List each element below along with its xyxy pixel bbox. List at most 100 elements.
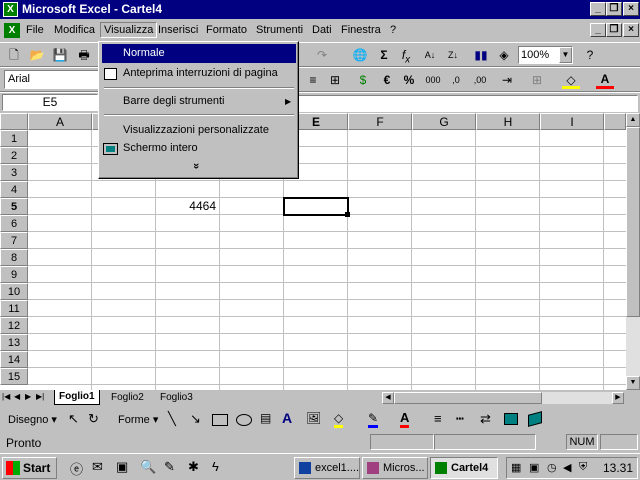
print-icon[interactable]: 🖶: [74, 45, 94, 65]
3d-icon[interactable]: [528, 411, 542, 427]
tab-foglio1[interactable]: Foglio1: [54, 390, 100, 405]
row-header-15[interactable]: 15: [0, 368, 28, 385]
doc-close-icon[interactable]: ×: [623, 23, 639, 37]
decrease-decimal-icon[interactable]: ,00: [470, 71, 490, 89]
menu-item-visualizzazioni[interactable]: Visualizzazioni personalizzate: [102, 121, 296, 140]
row-header-12[interactable]: 12: [0, 317, 28, 334]
doc-restore-icon[interactable]: ❐: [606, 23, 622, 37]
line-icon[interactable]: ╲: [168, 411, 176, 427]
clipart-icon[interactable]: 🖼: [306, 411, 321, 425]
euro-icon[interactable]: €: [378, 71, 396, 89]
draw-font-color-icon[interactable]: A: [400, 410, 410, 428]
menu-help[interactable]: ?: [390, 24, 396, 36]
menu-modifica[interactable]: Modifica: [54, 24, 95, 36]
tab-scroll-first-icon[interactable]: |◀: [2, 392, 10, 401]
merge-center-icon[interactable]: ⊞: [326, 71, 344, 89]
line-color-icon[interactable]: ✎: [368, 411, 379, 428]
row-header-11[interactable]: 11: [0, 300, 28, 317]
quicklaunch-extra-icon[interactable]: ϟ: [212, 459, 219, 474]
task-excel1[interactable]: excel1....: [294, 457, 360, 479]
sort-desc-icon[interactable]: Z↓: [443, 45, 463, 65]
new-icon[interactable]: 🗋: [4, 45, 24, 65]
chart-wizard-icon[interactable]: ▮▮: [471, 45, 491, 65]
column-header-i[interactable]: I: [540, 113, 604, 130]
font-name-box[interactable]: Arial: [4, 70, 100, 89]
thousands-icon[interactable]: 000: [422, 71, 444, 89]
drawing-menu[interactable]: Disegno ▾: [8, 413, 57, 426]
hscroll-left-icon[interactable]: ◀: [382, 392, 394, 404]
excel-app-icon[interactable]: X: [3, 2, 18, 17]
row-header-5[interactable]: 5: [0, 198, 28, 215]
tray-network-icon[interactable]: ▦: [511, 461, 521, 474]
save-icon[interactable]: 💾: [50, 45, 70, 65]
drawing-icon[interactable]: ◈: [494, 45, 514, 65]
borders-icon[interactable]: ⊞: [528, 71, 546, 89]
font-color-icon[interactable]: A: [596, 71, 614, 89]
menu-file[interactable]: File: [26, 24, 44, 36]
menu-inserisci[interactable]: Inserisci: [158, 24, 198, 36]
row-header-10[interactable]: 10: [0, 283, 28, 300]
scroll-thumb[interactable]: [626, 127, 640, 317]
menu-finestra[interactable]: Finestra: [341, 24, 381, 36]
row-header-3[interactable]: 3: [0, 164, 28, 181]
active-cell-e5[interactable]: [283, 197, 349, 216]
arrow-icon[interactable]: ↘: [190, 411, 201, 427]
menu-item-normale[interactable]: Normale: [102, 44, 296, 63]
restore-icon[interactable]: ❐: [606, 2, 622, 16]
free-rotate-icon[interactable]: ↻: [88, 411, 99, 427]
chevron-down-icon[interactable]: ▼: [559, 47, 572, 63]
select-all-corner[interactable]: [0, 113, 28, 130]
horizontal-scrollbar[interactable]: [394, 392, 612, 404]
name-box[interactable]: E5: [2, 94, 98, 111]
currency-icon[interactable]: $: [354, 71, 372, 89]
column-header-g[interactable]: G: [412, 113, 476, 130]
increase-decimal-icon[interactable]: ,0: [446, 71, 466, 89]
formula-input[interactable]: [297, 95, 638, 112]
indent-icon[interactable]: ⇥: [498, 71, 516, 89]
clock[interactable]: 13.31: [603, 461, 633, 475]
row-header-4[interactable]: 4: [0, 181, 28, 198]
scroll-down-icon[interactable]: ▼: [626, 376, 640, 390]
tab-foglio2[interactable]: Foglio2: [108, 391, 147, 404]
align-right-icon[interactable]: ≡: [304, 71, 322, 89]
zoom-box[interactable]: 100% ▼: [518, 46, 573, 64]
doc-minimize-icon[interactable]: _: [590, 23, 606, 37]
scroll-up-icon[interactable]: ▲: [626, 113, 640, 127]
worksheet-grid[interactable]: A B C D E F G H I 1 2 3 4 5 6 7 8 9 10 1…: [0, 113, 626, 390]
percent-icon[interactable]: %: [400, 71, 418, 89]
column-header-partial[interactable]: [604, 113, 626, 130]
column-header-a[interactable]: A: [28, 113, 92, 130]
redo-icon[interactable]: ↷: [312, 45, 332, 65]
paint-icon[interactable]: ✱: [188, 459, 199, 475]
menu-visualizza[interactable]: Visualizza: [100, 22, 158, 38]
menu-formato[interactable]: Formato: [206, 24, 247, 36]
hscroll-right-icon[interactable]: ▶: [612, 392, 624, 404]
shadow-icon[interactable]: [504, 413, 518, 425]
row-header-1[interactable]: 1: [0, 130, 28, 147]
web-icon[interactable]: 🌐: [350, 45, 370, 65]
ie-icon[interactable]: ⓔ: [70, 459, 83, 478]
cell-c5[interactable]: 4464: [156, 198, 216, 215]
tab-scroll-last-icon[interactable]: ▶|: [36, 392, 44, 401]
sort-asc-icon[interactable]: A↓: [420, 45, 440, 65]
menu-strumenti[interactable]: Strumenti: [256, 24, 303, 36]
tray-volume-icon[interactable]: ◀: [563, 461, 571, 474]
menu-item-anteprima[interactable]: Anteprima interruzioni di pagina: [102, 64, 296, 83]
task-cartel4[interactable]: Cartel4: [430, 457, 498, 479]
textbox-icon[interactable]: ▤: [260, 411, 271, 425]
autosum-icon[interactable]: Σ: [374, 45, 394, 65]
title-bar[interactable]: X Microsoft Excel - Cartel4 _ ❐ ×: [0, 0, 640, 19]
select-pointer-icon[interactable]: ↖: [68, 411, 79, 427]
row-header-7[interactable]: 7: [0, 232, 28, 249]
rectangle-icon[interactable]: [212, 414, 228, 426]
oval-icon[interactable]: [236, 414, 252, 426]
row-header-13[interactable]: 13: [0, 334, 28, 351]
autoshapes-menu[interactable]: Forme ▾: [118, 413, 158, 426]
vertical-scrollbar[interactable]: ▲ ▼: [626, 113, 640, 390]
help-icon[interactable]: ?: [580, 45, 600, 65]
line-style-icon[interactable]: ≡: [434, 411, 442, 426]
row-header-2[interactable]: 2: [0, 147, 28, 164]
fill-handle[interactable]: [345, 212, 350, 217]
open-icon[interactable]: 📂: [27, 45, 47, 65]
start-button[interactable]: Start: [2, 457, 57, 479]
